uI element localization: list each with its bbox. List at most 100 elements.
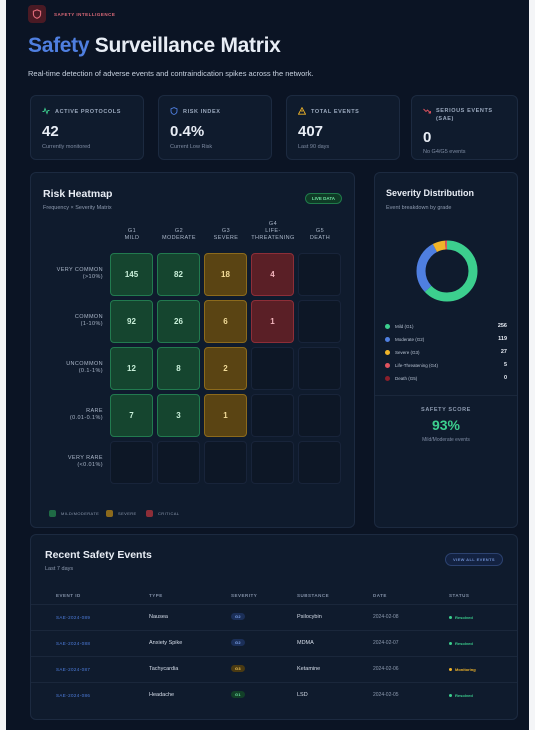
warning-icon (297, 106, 307, 117)
stat-card-active-protocols: ACTIVE PROTOCOLS 42 Currently monitored (30, 95, 144, 160)
row-range: (>10%) (82, 274, 103, 280)
heatmap-cell (298, 300, 341, 343)
event-type: Headache (149, 692, 175, 698)
safety-score-label: SAFETY SCORE (421, 407, 471, 413)
heatmap-cell[interactable]: 7 (110, 394, 153, 437)
event-id-link[interactable]: SAE-2024-088 (56, 641, 90, 646)
shield-icon (170, 107, 178, 117)
heatmap-subtitle: Frequency × Severity Matrix (43, 205, 112, 211)
column-name: SEVERE (213, 235, 239, 241)
heatmap-title: Risk Heatmap (43, 188, 113, 200)
event-type: Nausea (149, 614, 168, 620)
view-all-events-button[interactable]: VIEW ALL EVENTS (444, 553, 503, 566)
severity-label: Mild (G1) (395, 323, 414, 329)
severity-dot (385, 323, 390, 329)
event-id-link[interactable]: SAE-2024-089 (56, 615, 90, 620)
heatmap-cell[interactable]: 145 (110, 253, 153, 296)
table-row[interactable]: SAE-2024-087 Tachycardia G3 Ketamine 2024-02… (31, 656, 517, 682)
column-name: DEATH (309, 235, 331, 241)
event-type: Tachycardia (149, 666, 179, 672)
event-id-link[interactable]: SAE-2024-086 (56, 693, 90, 698)
event-date: 2024-02-05 (373, 692, 399, 698)
event-id-link[interactable]: SAE-2024-087 (56, 667, 90, 672)
heatmap-cell[interactable]: 92 (110, 300, 153, 343)
status-dot (449, 694, 452, 697)
severity-legend-row: Severe (G3) 27 (385, 349, 507, 355)
live-data-badge[interactable]: LIVE DATA (304, 193, 342, 204)
heatmap-cell[interactable]: 1 (251, 300, 294, 343)
event-substance: Psilocybin (297, 614, 322, 620)
column-header-g5: G5 DEATH (298, 228, 342, 242)
column-code: G1 (127, 228, 137, 234)
severity-legend-row: Death (G5) 0 (385, 375, 507, 381)
column-code: G4 (268, 221, 278, 227)
heatmap-cell[interactable]: 8 (157, 347, 200, 390)
heatmap-cell[interactable]: 1 (204, 394, 247, 437)
row-header-uncommon: UNCOMMON (0.1-1%) (45, 361, 103, 375)
heatmap-cell[interactable]: 4 (251, 253, 294, 296)
row-header-very-rare: VERY RARE (<0.01%) (45, 455, 103, 469)
severity-count: 0 (503, 375, 507, 381)
row-name: VERY RARE (67, 455, 103, 461)
stat-label: SERIOUS EVENTS (SAE) (423, 107, 496, 123)
severity-count: 256 (497, 323, 507, 329)
table-row[interactable]: SAE-2024-089 Nausea G2 Psilocybin 2024-02-08… (31, 604, 517, 630)
status-text: Resolved (455, 641, 473, 646)
heatmap-cell[interactable]: 2 (204, 347, 247, 390)
heatmap-cell[interactable]: 82 (157, 253, 200, 296)
legend-swatch (106, 510, 113, 517)
heatmap-cell[interactable]: 3 (157, 394, 200, 437)
trend-down-icon (423, 107, 431, 117)
severity-distribution-card: Severity Distribution Event breakdown by… (374, 172, 518, 528)
brand-label: SAFETY INTELLIGENCE (54, 11, 116, 17)
row-name: VERY COMMON (56, 267, 103, 273)
severity-label: Moderate (G2) (395, 336, 425, 342)
row-name: COMMON (74, 314, 103, 320)
stat-card-total-events: TOTAL EVENTS 407 Last 90 days (286, 95, 400, 160)
heatmap-cell (204, 441, 247, 484)
page-title: Safety Surveillance Matrix (28, 34, 281, 58)
table-row[interactable]: SAE-2024-086 Headache G1 LSD 2024-02-05 Resol… (31, 682, 517, 708)
row-range: (0.01-0.1%) (69, 415, 103, 421)
stat-label-text: RISK INDEX (183, 109, 221, 115)
heatmap-cell[interactable]: 26 (157, 300, 200, 343)
shield-icon (28, 5, 46, 23)
page-title-rest: Surveillance Matrix (94, 34, 281, 57)
heatmap-cell (298, 441, 341, 484)
heatmap-cell (251, 347, 294, 390)
stat-value: 0 (423, 129, 432, 146)
severity-badge: G3 (231, 665, 245, 672)
column-name: LIFE- THREATENING (251, 228, 295, 241)
stat-value: 0.4% (170, 123, 205, 140)
status-badge: Resolved (449, 693, 473, 698)
legend-swatch (49, 510, 56, 517)
event-date: 2024-02-06 (373, 666, 399, 672)
row-name: UNCOMMON (66, 361, 103, 367)
heatmap-cell (298, 394, 341, 437)
status-dot (449, 668, 452, 671)
stat-sub: Currently monitored (42, 144, 91, 150)
severity-label: Death (G5) (395, 375, 418, 381)
event-substance: LSD (297, 692, 308, 698)
status-dot (449, 642, 452, 645)
severity-dot (385, 349, 390, 355)
heatmap-cell[interactable]: 18 (204, 253, 247, 296)
heatmap-cell[interactable]: 12 (110, 347, 153, 390)
table-header: EVENT ID (56, 593, 81, 598)
heatmap-cell (298, 347, 341, 390)
stat-value: 407 (298, 123, 324, 140)
activity-icon (42, 107, 50, 117)
table-header: SUBSTANCE (297, 593, 330, 598)
column-name: MODERATE (162, 235, 196, 241)
event-date: 2024-02-07 (373, 640, 399, 646)
column-name: MILD (124, 235, 140, 241)
stat-label: RISK INDEX (170, 107, 220, 117)
severity-label: Life-Threatening (G4) (395, 362, 439, 368)
table-row[interactable]: SAE-2024-088 Anxiety Spike G2 MDMA 2024-02-0… (31, 630, 517, 656)
risk-heatmap-card: Risk Heatmap Frequency × Severity Matrix… (30, 172, 355, 528)
column-header-g1: G1 MILD (110, 228, 154, 242)
event-substance: Ketamine (297, 666, 321, 672)
stat-label-text: ACTIVE PROTOCOLS (55, 109, 122, 115)
table-header: SEVERITY (231, 593, 258, 598)
heatmap-cell[interactable]: 6 (204, 300, 247, 343)
